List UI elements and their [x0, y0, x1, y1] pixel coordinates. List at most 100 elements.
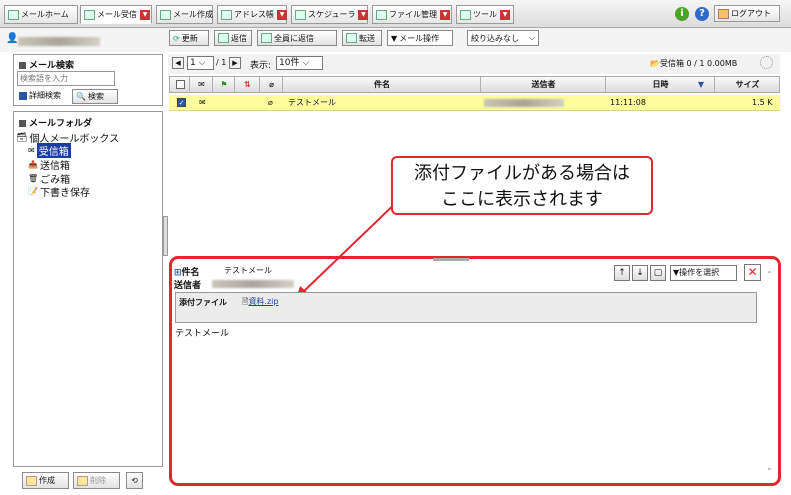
loading-indicator-icon [760, 56, 773, 69]
checkbox-checked-icon: ✓ [177, 98, 186, 107]
preview-ops-select[interactable]: ▼操作を選択 [670, 265, 737, 281]
prev-mail-icon[interactable]: ↑ [614, 265, 630, 281]
preview-subject: テストメール [224, 266, 272, 275]
create-folder-button[interactable]: 作成 [22, 472, 69, 489]
table-row[interactable] [169, 95, 780, 111]
row-size: 1.5 K [752, 98, 773, 107]
column-subject[interactable]: 件名 [284, 77, 481, 92]
select-all-checkbox[interactable] [172, 77, 190, 92]
folder-stats: 📂受信箱 0 / 1 0.00MB [650, 59, 738, 68]
panel-splitter[interactable] [163, 216, 168, 256]
priority-column-icon[interactable]: ⇅ [236, 77, 260, 92]
folder-delete-icon [77, 475, 88, 486]
forward-icon [346, 33, 357, 43]
reply-icon [218, 33, 229, 43]
chevron-down-icon: ⌵ [528, 33, 535, 42]
row-checkbox[interactable]: ✓ [177, 96, 186, 110]
refresh-icon: ⟲ [131, 476, 138, 485]
page-total: / 1 [216, 58, 227, 67]
folder-icon: 📂 [650, 59, 660, 68]
mail-ops-select[interactable]: ▼ メール操作 [387, 30, 453, 46]
sort-desc-icon: ▼ [697, 80, 704, 89]
expand-icon[interactable]: ⊞ [174, 268, 182, 278]
scroll-down-icon[interactable]: ⌄ [766, 463, 773, 472]
per-page-select[interactable]: 10件 ⌵ [276, 56, 323, 70]
refresh-button[interactable]: ⟳ 更新 [169, 30, 209, 46]
filter-select[interactable]: 絞り込みなし ⌵ [467, 30, 539, 46]
callout-line-2: ここに表示されます [441, 189, 603, 210]
dropdown-arrow-icon[interactable]: ▼ [500, 9, 510, 20]
column-date[interactable]: 日時 ▼ [607, 77, 715, 92]
reply-all-button[interactable]: 全員に返信 [257, 30, 337, 46]
next-page-icon[interactable]: ▶ [229, 57, 241, 69]
folder-add-icon [26, 475, 37, 486]
bullet-icon [19, 62, 26, 69]
dropdown-arrow-icon[interactable]: ▼ [358, 9, 369, 20]
folder-drafts[interactable]: 📝 下書き保存 [28, 184, 90, 199]
redacted-text [484, 99, 564, 107]
delete-folder-button[interactable]: 削除 [73, 472, 120, 489]
home-icon [8, 9, 19, 20]
tools-icon [460, 9, 471, 20]
mailbox-icon: 🗃 [16, 132, 28, 143]
compose-icon [160, 9, 171, 20]
row-date: 11:11:08 [610, 98, 646, 107]
scroll-up-icon[interactable]: ⌃ [766, 270, 773, 279]
info-icon[interactable]: i [675, 7, 689, 21]
preview-sender-label: 送信者 [174, 281, 202, 291]
column-size[interactable]: サイズ [716, 77, 779, 92]
preview-sender-redacted [212, 280, 294, 288]
attachment-icon: ⌀ [268, 98, 273, 107]
logout-button[interactable]: ログアウト [714, 5, 780, 22]
flag-column-icon[interactable]: ⚑ [214, 77, 235, 92]
prev-page-icon[interactable]: ◀ [172, 57, 184, 69]
dropdown-arrow-icon[interactable]: ▼ [140, 9, 150, 20]
close-icon[interactable]: ✕ [744, 264, 761, 281]
dropdown-arrow-icon[interactable]: ▼ [277, 9, 287, 20]
trash-icon: 🗑 [28, 174, 39, 183]
bullet-icon [19, 120, 26, 127]
preview-subject-row: ⊞件名 [174, 268, 200, 278]
page-select[interactable]: 1 ⌵ [187, 56, 214, 70]
tab-file-manager[interactable]: ファイル管理 ▼ [372, 5, 452, 24]
forward-button[interactable]: 転送 [342, 30, 382, 46]
mail-body: テストメール [175, 329, 230, 339]
window-icon[interactable]: ▢ [650, 265, 666, 281]
folder-sent[interactable]: 📤 送信箱 [28, 157, 70, 172]
detail-search-toggle[interactable]: 詳細検索 [19, 90, 61, 101]
dropdown-arrow-icon: ▼ [391, 33, 398, 43]
checkbox-icon [176, 80, 185, 89]
attachment-link[interactable]: 🗎資料.zip [242, 296, 278, 310]
next-mail-icon[interactable]: ↓ [632, 265, 648, 281]
search-input[interactable] [17, 71, 115, 86]
dropdown-arrow-icon[interactable]: ▼ [440, 9, 450, 20]
mail-search-title: メール検索 [19, 58, 74, 71]
resize-handle[interactable] [433, 258, 469, 261]
checkbox-icon [19, 91, 27, 100]
tab-mail-home[interactable]: メールホーム [4, 5, 78, 24]
top-navigation: メールホーム メール受信 ▼ メール作成 アドレス帳 ▼ スケジューラ ▼ ファイル管… [0, 0, 791, 28]
callout-line-1: 添付ファイルがある場合は [414, 163, 630, 184]
column-sender[interactable]: 送信者 [482, 77, 606, 92]
help-icon[interactable]: ? [695, 7, 709, 21]
tab-mail-compose[interactable]: メール作成 [156, 5, 213, 24]
mail-status-column-icon[interactable]: ✉ [191, 77, 213, 92]
tab-tools[interactable]: ツール ▼ [456, 5, 514, 24]
tab-address-book[interactable]: アドレス帳 ▼ [217, 5, 287, 24]
reply-button[interactable]: 返信 [214, 30, 252, 46]
mail-receive-icon [84, 9, 95, 20]
refresh-folders-button[interactable]: ⟲ [126, 472, 143, 489]
search-icon: 🔍 [76, 92, 86, 101]
attachment-column-icon[interactable]: ⌀ [261, 77, 283, 92]
mail-folder-title: メールフォルダ [19, 116, 92, 129]
callout-box: 添付ファイルがある場合は ここに表示されます [391, 156, 653, 215]
row-subject: テストメール [288, 98, 336, 107]
logout-icon [718, 8, 729, 19]
tab-mail-receive[interactable]: メール受信 ▼ [80, 5, 152, 24]
folder-icon [376, 9, 387, 20]
tab-scheduler[interactable]: スケジューラ ▼ [291, 5, 369, 24]
folder-inbox[interactable]: ✉ 受信箱 [28, 143, 71, 158]
sent-folder-icon: 📤 [28, 160, 38, 169]
search-button[interactable]: 🔍 検索 [72, 89, 118, 104]
inbox-icon: ✉ [28, 146, 35, 155]
